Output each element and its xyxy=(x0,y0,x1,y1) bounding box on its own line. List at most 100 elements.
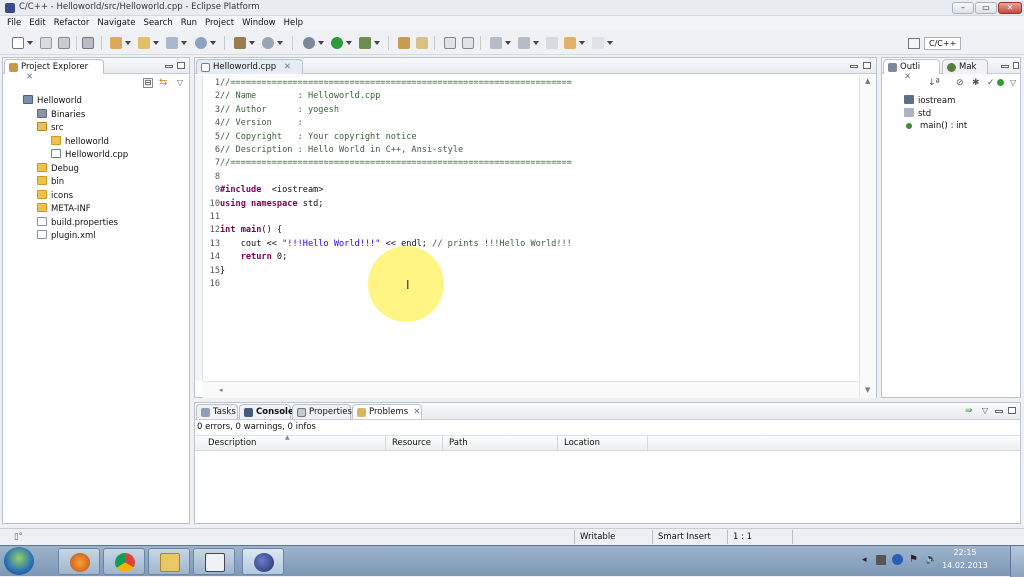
run-icon[interactable] xyxy=(331,37,343,49)
show-desktop-button[interactable] xyxy=(1010,546,1024,577)
external-tools-icon[interactable] xyxy=(359,37,371,49)
menu-project[interactable]: Project xyxy=(202,16,239,30)
editor-vertical-scrollbar[interactable]: ▲ ▼ xyxy=(859,75,876,398)
save-icon[interactable] xyxy=(40,37,52,49)
tab-helloworld-cpp[interactable]: Helloworld.cpp ✕ xyxy=(196,59,303,74)
hide-fields-icon[interactable]: ⊘ xyxy=(956,78,964,88)
print-icon[interactable] xyxy=(58,37,70,49)
column-description[interactable]: Description xyxy=(202,436,386,450)
view-menu-icon[interactable]: ▽ xyxy=(1010,78,1016,87)
chevron-down-icon[interactable] xyxy=(277,41,283,45)
new-project-icon[interactable] xyxy=(110,37,122,49)
menu-edit[interactable]: Edit xyxy=(26,16,50,30)
hide-non-public-icon[interactable]: ✓ xyxy=(987,78,995,88)
menu-refactor[interactable]: Refactor xyxy=(51,16,95,30)
tab-make-targets[interactable]: Mak xyxy=(942,59,988,74)
collapse-all-icon[interactable]: ⊟ xyxy=(143,78,153,88)
tab-tasks[interactable]: Tasks xyxy=(196,404,238,419)
tree-item[interactable]: Helloworld xyxy=(23,95,82,108)
tray-volume-icon[interactable]: 🔈 xyxy=(925,554,937,565)
clock-time[interactable]: 22:15 xyxy=(944,548,986,557)
tree-item[interactable]: META-INF xyxy=(37,203,91,216)
tab-outline[interactable]: Outli ✕ xyxy=(883,59,940,82)
tray-network-icon[interactable] xyxy=(876,555,886,565)
minimize-icon[interactable] xyxy=(1001,65,1009,68)
chevron-down-icon[interactable] xyxy=(579,41,585,45)
chevron-down-icon[interactable] xyxy=(249,41,255,45)
chevron-down-icon[interactable] xyxy=(27,41,33,45)
target-icon[interactable] xyxy=(262,37,274,49)
chevron-down-icon[interactable] xyxy=(210,41,216,45)
maximize-button[interactable]: ▭ xyxy=(975,2,997,14)
block-selection-icon[interactable] xyxy=(462,37,474,49)
build-hammer-icon[interactable] xyxy=(234,37,246,49)
new-icon[interactable] xyxy=(12,37,24,49)
hide-static-icon[interactable]: ✱ xyxy=(972,78,980,88)
new-file-icon[interactable] xyxy=(195,37,207,49)
next-annotation-icon[interactable] xyxy=(490,37,502,49)
tab-project-explorer[interactable]: Project Explorer ✕ xyxy=(4,59,104,82)
chevron-down-icon[interactable] xyxy=(318,41,324,45)
minimize-button[interactable]: – xyxy=(952,2,974,14)
perspective-cpp-button[interactable]: C/C++ xyxy=(924,37,962,50)
tab-console[interactable]: Console xyxy=(239,404,294,419)
start-button[interactable] xyxy=(4,547,34,575)
tray-flag-icon[interactable]: ⚑ xyxy=(909,554,918,565)
taskbar-eclipse[interactable] xyxy=(242,548,284,575)
menu-navigate[interactable]: Navigate xyxy=(94,16,140,30)
close-icon[interactable]: ✕ xyxy=(26,72,33,82)
tree-item[interactable]: src xyxy=(37,122,63,135)
outline-item-iostream[interactable]: iostream xyxy=(904,95,955,108)
tree-item[interactable]: Helloworld.cpp xyxy=(51,149,128,162)
scroll-down-icon[interactable]: ▼ xyxy=(865,386,870,394)
column-resource[interactable]: Resource xyxy=(386,436,443,450)
group-icon[interactable] xyxy=(997,79,1004,86)
sort-icon[interactable]: ↓ª xyxy=(928,78,940,88)
column-path[interactable]: Path xyxy=(443,436,558,450)
close-icon[interactable]: ✕ xyxy=(284,62,291,72)
last-edit-icon[interactable] xyxy=(546,37,558,49)
menu-window[interactable]: Window xyxy=(239,16,281,30)
menu-help[interactable]: Help xyxy=(281,16,308,30)
chevron-down-icon[interactable] xyxy=(505,41,511,45)
editor-horizontal-scrollbar[interactable]: ◂ xyxy=(203,381,859,398)
scroll-up-icon[interactable]: ▲ xyxy=(865,77,870,85)
tab-properties[interactable]: Properties xyxy=(292,404,352,419)
minimize-icon[interactable] xyxy=(850,65,858,68)
new-class-icon[interactable] xyxy=(166,37,178,49)
tray-show-icons-icon[interactable]: ◂ xyxy=(862,555,867,565)
open-type-icon[interactable] xyxy=(398,37,410,49)
toggle-mark-icon[interactable] xyxy=(444,37,456,49)
chevron-down-icon[interactable] xyxy=(125,41,131,45)
previous-annotation-icon[interactable] xyxy=(518,37,530,49)
filter-icon[interactable]: ⇛ xyxy=(965,406,973,416)
menu-run[interactable]: Run xyxy=(178,16,202,30)
menu-file[interactable]: File xyxy=(4,16,26,30)
menu-search[interactable]: Search xyxy=(141,16,178,30)
close-button[interactable]: ✕ xyxy=(998,2,1022,14)
back-icon[interactable] xyxy=(564,37,576,49)
chevron-down-icon[interactable] xyxy=(374,41,380,45)
taskbar-chrome[interactable] xyxy=(103,548,145,575)
tree-item[interactable]: build.properties xyxy=(37,216,118,230)
chevron-down-icon[interactable] xyxy=(533,41,539,45)
debug-icon[interactable] xyxy=(303,37,315,49)
link-with-editor-icon[interactable]: ⇆ xyxy=(159,78,171,88)
tree-item[interactable]: Debug xyxy=(37,162,79,176)
chevron-down-icon[interactable] xyxy=(153,41,159,45)
build-all-icon[interactable] xyxy=(82,37,94,49)
chevron-down-icon[interactable] xyxy=(181,41,187,45)
minimize-icon[interactable] xyxy=(165,65,173,68)
maximize-icon[interactable] xyxy=(863,62,871,69)
close-icon[interactable]: ✕ xyxy=(413,407,420,417)
tray-help-icon[interactable] xyxy=(892,554,903,565)
search-icon[interactable] xyxy=(416,37,428,49)
outline-item-main[interactable]: main() : int xyxy=(904,121,967,134)
maximize-icon[interactable] xyxy=(177,62,185,69)
forward-icon[interactable] xyxy=(592,37,604,49)
taskbar-window[interactable] xyxy=(193,548,235,575)
tree-item[interactable]: icons xyxy=(37,189,73,203)
taskbar-firefox[interactable] xyxy=(58,548,100,575)
tree-item[interactable]: Binaries xyxy=(37,108,85,122)
clock-date[interactable]: 14.02.2013 xyxy=(940,561,990,570)
